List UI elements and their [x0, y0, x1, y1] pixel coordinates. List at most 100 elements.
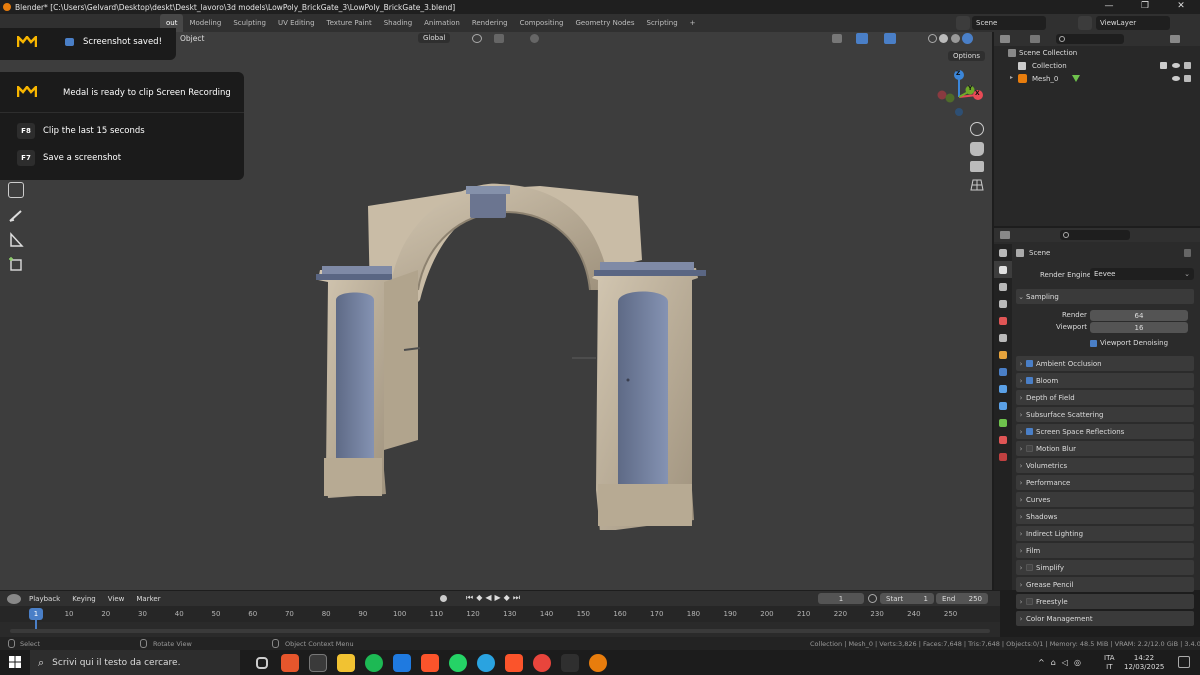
windows-start-icon[interactable]: [9, 656, 21, 668]
panel-header-motion-blur[interactable]: › Motion Blur: [1016, 441, 1194, 456]
display-mode-icon[interactable]: [1030, 35, 1040, 43]
render-engine-dropdown[interactable]: Eevee ⌄: [1090, 268, 1194, 280]
timeline-menu-marker[interactable]: Marker: [136, 595, 160, 603]
panel-header-simplify[interactable]: › Simplify: [1016, 560, 1194, 575]
task-view-icon[interactable]: [256, 656, 268, 669]
panel-checkbox[interactable]: [1026, 428, 1033, 435]
language-indicator[interactable]: ITA IT: [1104, 654, 1115, 672]
world-tab-icon[interactable]: [994, 329, 1012, 346]
screenshot-action[interactable]: F7 Save a screenshot: [17, 150, 121, 166]
maximize-button[interactable]: ❐: [1127, 0, 1163, 14]
clock[interactable]: 14:22 12/03/2025: [1124, 654, 1164, 672]
timeline-scrollbar[interactable]: [10, 629, 990, 633]
panel-header-depth-of-field[interactable]: › Depth of Field: [1016, 390, 1194, 405]
panel-checkbox[interactable]: [1026, 445, 1033, 452]
brave-icon[interactable]: [421, 653, 439, 672]
view-object-types-icon[interactable]: [832, 34, 842, 43]
scene-icon[interactable]: [956, 16, 970, 30]
add-cube-tool-icon[interactable]: [8, 256, 24, 272]
rendered-shading-icon[interactable]: [962, 33, 973, 44]
solid-shading-icon[interactable]: [939, 34, 948, 43]
gizmo-toggle-icon[interactable]: [856, 33, 868, 44]
panel-header-subsurface-scattering[interactable]: › Subsurface Scattering: [1016, 407, 1194, 422]
panel-header-curves[interactable]: › Curves: [1016, 492, 1194, 507]
workspace-tab[interactable]: Shading: [378, 14, 418, 32]
play-reverse-icon[interactable]: ◀: [485, 593, 491, 603]
current-frame-field[interactable]: 1: [818, 593, 864, 604]
volume-icon[interactable]: ◁: [1062, 658, 1068, 667]
panel-checkbox[interactable]: [1026, 377, 1033, 384]
microphone-icon[interactable]: ◎: [1074, 658, 1081, 667]
visibility-eye-icon[interactable]: [1172, 63, 1180, 68]
proportional-edit-icon[interactable]: [530, 34, 539, 43]
transform-orientation-dropdown[interactable]: Global: [418, 33, 451, 43]
material-tab-icon[interactable]: [994, 431, 1012, 448]
medal-icon[interactable]: [561, 653, 579, 672]
mail-icon[interactable]: [393, 653, 411, 672]
panel-checkbox[interactable]: [1026, 564, 1033, 571]
output-tab-icon[interactable]: [994, 278, 1012, 295]
outliner-search-input[interactable]: [1056, 34, 1124, 44]
panel-checkbox[interactable]: [1026, 360, 1033, 367]
panel-checkbox[interactable]: [1026, 598, 1033, 605]
view-layer-tab-icon[interactable]: [994, 295, 1012, 312]
object-data-tab-icon[interactable]: [994, 414, 1012, 431]
panel-header-grease-pencil[interactable]: › Grease Pencil: [1016, 577, 1194, 592]
camera-view-icon[interactable]: [970, 161, 984, 172]
panel-header-screen-space-reflections[interactable]: › Screen Space Reflections: [1016, 424, 1194, 439]
tray-expand-icon[interactable]: ^: [1038, 658, 1045, 667]
pin-icon[interactable]: [1184, 249, 1191, 257]
add-workspace-button[interactable]: +: [684, 14, 702, 32]
workspace-tab[interactable]: Modeling: [183, 14, 227, 32]
particles-tab-icon[interactable]: [994, 380, 1012, 397]
clock-icon[interactable]: [868, 594, 877, 603]
timeline-menu-view[interactable]: View: [108, 595, 125, 603]
end-frame-field[interactable]: End 250: [936, 593, 988, 604]
editor-type-icon[interactable]: [1000, 231, 1010, 239]
close-button[interactable]: ✕: [1163, 0, 1199, 14]
record-icon[interactable]: [440, 595, 447, 602]
minimize-button[interactable]: —: [1091, 0, 1127, 14]
telegram-icon[interactable]: [477, 653, 495, 672]
scene-selector[interactable]: Scene: [972, 16, 1046, 30]
next-keyframe-icon[interactable]: ◆: [504, 593, 510, 603]
texture-tab-icon[interactable]: [994, 448, 1012, 465]
viewport-denoising-toggle[interactable]: Viewport Denoising: [1090, 339, 1168, 347]
collection-label[interactable]: Collection: [1032, 62, 1067, 70]
timeline-menu-playback[interactable]: Playback: [29, 595, 60, 603]
gate-model[interactable]: [300, 150, 720, 530]
sampling-panel-header[interactable]: ⌄ Sampling: [1016, 289, 1194, 304]
material-shading-icon[interactable]: [951, 34, 960, 43]
file-explorer-window-icon[interactable]: [309, 653, 327, 672]
pan-hand-icon[interactable]: [970, 142, 984, 156]
panel-header-film[interactable]: › Film: [1016, 543, 1194, 558]
notifications-icon[interactable]: [1178, 656, 1190, 668]
render-camera-icon[interactable]: [1184, 62, 1191, 69]
frame-ruler[interactable]: 1 10 20 30 40 50 60 70 80 90 100 110 120 130 140 150 160…: [0, 606, 1000, 622]
object-tab-icon[interactable]: [994, 346, 1012, 363]
pivot-icon[interactable]: [472, 34, 482, 43]
jump-end-icon[interactable]: ⏭: [513, 593, 520, 603]
workspace-tab[interactable]: Sculpting: [227, 14, 272, 32]
snap-icon[interactable]: [494, 34, 504, 43]
zoom-icon[interactable]: [970, 122, 984, 136]
panel-header-bloom[interactable]: › Bloom: [1016, 373, 1194, 388]
render-camera-icon[interactable]: [1184, 75, 1191, 82]
properties-search-input[interactable]: [1060, 230, 1130, 240]
navigation-gizmo[interactable]: Z X Y: [930, 68, 988, 126]
play-icon[interactable]: ▶: [495, 593, 501, 603]
start-frame-field[interactable]: Start 1: [880, 593, 934, 604]
wireframe-shading-icon[interactable]: [928, 34, 937, 43]
prev-keyframe-icon[interactable]: ◆: [476, 593, 482, 603]
physics-tab-icon[interactable]: [994, 397, 1012, 414]
clip-action[interactable]: F8 Clip the last 15 seconds: [17, 123, 145, 139]
expand-arrow-icon[interactable]: ▸: [1010, 74, 1013, 81]
panel-header-indirect-lighting[interactable]: › Indirect Lighting: [1016, 526, 1194, 541]
annotate-tool-icon[interactable]: [8, 208, 24, 224]
whatsapp-icon[interactable]: [449, 653, 467, 672]
viewlayer-selector[interactable]: ViewLayer: [1096, 16, 1170, 30]
transform-tool-icon[interactable]: [8, 182, 24, 198]
panel-header-color-management[interactable]: › Color Management: [1016, 611, 1194, 626]
mesh-label[interactable]: Mesh_0: [1032, 75, 1058, 83]
visibility-eye-icon[interactable]: [1172, 76, 1180, 81]
